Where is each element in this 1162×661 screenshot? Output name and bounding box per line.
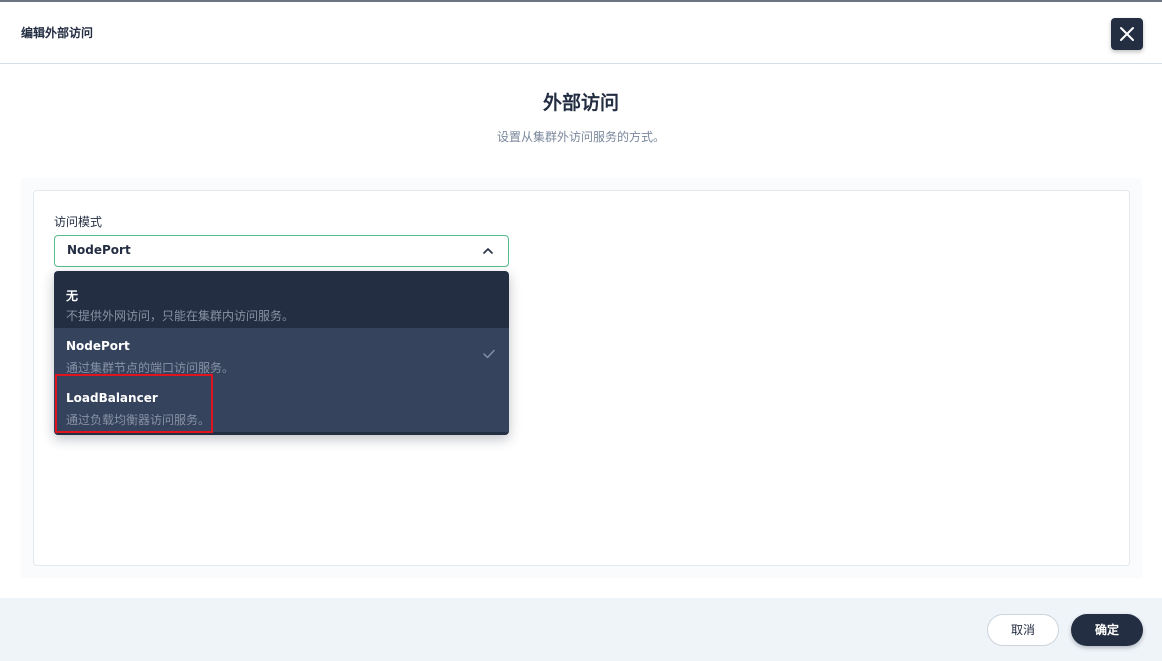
- option-title: NodePort: [66, 339, 130, 353]
- modal-footer: 取消 确定: [0, 598, 1162, 661]
- check-icon: [483, 349, 495, 359]
- option-none[interactable]: 无 不提供外网访问，只能在集群内访问服务。: [54, 276, 509, 328]
- option-loadbalancer[interactable]: LoadBalancer 通过负载均衡器访问服务。: [54, 380, 509, 432]
- option-description: 通过负载均衡器访问服务。: [66, 413, 211, 427]
- section-title: 外部访问: [542, 92, 619, 114]
- option-description: 不提供外网访问，只能在集群内访问服务。: [66, 309, 295, 323]
- section-description: 设置从集群外访问服务的方式。: [496, 130, 665, 144]
- access-mode-label: 访问模式: [54, 215, 103, 229]
- option-description: 通过集群节点的端口访问服务。: [66, 361, 235, 375]
- cancel-button[interactable]: 取消: [987, 614, 1059, 646]
- edit-external-access-modal: 编辑外部访问 外部访问 设置从集群外访问服务的方式。 访问模式 NodePort: [0, 0, 1162, 661]
- close-button[interactable]: [1111, 18, 1143, 50]
- option-title: 无: [66, 289, 79, 303]
- option-title: LoadBalancer: [66, 391, 158, 405]
- confirm-button[interactable]: 确定: [1071, 614, 1143, 646]
- modal-header: 编辑外部访问: [0, 2, 1162, 64]
- option-nodeport[interactable]: NodePort 通过集群节点的端口访问服务。: [54, 328, 509, 380]
- chevron-up-icon: [483, 248, 493, 254]
- access-mode-select[interactable]: NodePort: [54, 235, 509, 267]
- close-icon: [1120, 27, 1134, 41]
- modal-title: 编辑外部访问: [21, 26, 94, 40]
- access-mode-dropdown: 无 不提供外网访问，只能在集群内访问服务。 NodePort 通过集群节点的端口…: [54, 271, 509, 435]
- access-mode-value: NodePort: [67, 243, 131, 257]
